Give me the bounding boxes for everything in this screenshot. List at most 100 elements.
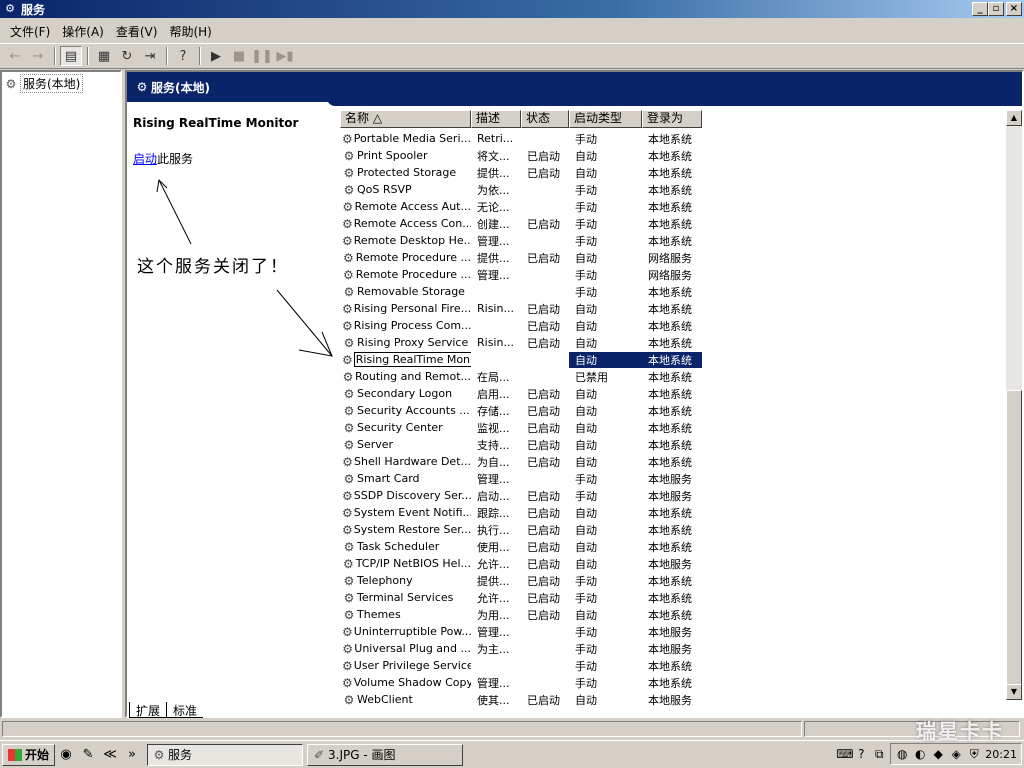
menu-view[interactable]: 查看(V) [110,21,164,42]
cell-description: 允许... [477,557,510,571]
table-row[interactable]: ⚙ Remote Access Aut... 无论... 手动 本地系统 [340,198,702,215]
maximize-button[interactable]: ▫ [988,2,1004,16]
menu-action[interactable]: 操作(A) [56,21,110,42]
start-service-icon[interactable]: ▶ [205,46,227,66]
table-row[interactable]: ⚙ User Privilege Service 手动 本地系统 [340,657,702,674]
table-row[interactable]: ⚙ Rising Proxy Service Risin... 已启动 自动 本地系统 [340,334,702,351]
table-row[interactable]: ⚙ Remote Procedure ... 提供... 已启动 自动 网络服务 [340,249,702,266]
antivirus-icon[interactable]: ◆ [931,747,945,761]
restore-icon[interactable]: ⧉ [872,747,886,761]
table-row[interactable]: ⚙ WebClient 使其... 已启动 自动 本地服务 [340,691,702,708]
back-icon[interactable]: ← [4,46,26,66]
start-button[interactable]: 开始 [2,743,56,766]
cell-startup-type: 自动 [575,455,597,469]
cell-name: ⚙ Uninterruptible Pow... [340,625,471,639]
start-label: 开始 [25,748,50,762]
table-row[interactable]: ⚙ System Event Notifi... 跟踪... 已启动 自动 本地系统 [340,504,702,521]
shield-icon[interactable]: ⛨ [967,747,981,761]
tab-extended[interactable]: 扩展 [129,702,168,718]
table-row[interactable]: ⚙ Remote Desktop He... 管理... 手动 本地系统 [340,232,702,249]
forward-icon[interactable]: → [27,46,49,66]
table-row[interactable]: ⚙ Secondary Logon 启用... 已启动 自动 本地系统 [340,385,702,402]
tree-item-services-local[interactable]: ⚙ 服务(本地) [2,72,120,95]
quicklaunch-app-icon[interactable]: ✎ [77,744,99,766]
table-row[interactable]: ⚙ Remote Procedure ... 管理... 手动 网络服务 [340,266,702,283]
service-name: Removable Storage [357,285,465,298]
table-row[interactable]: ⚙ Security Center 监视... 已启动 自动 本地系统 [340,419,702,436]
export-list-icon[interactable]: ⇥ [139,46,161,66]
properties-icon[interactable]: ▦ [93,46,115,66]
column-startup-type[interactable]: 启动类型 [569,110,642,128]
cell-status: 已启动 [527,489,560,503]
minimize-button[interactable]: _ [972,2,988,16]
tree-item-label: 服务(本地) [20,74,84,93]
table-row[interactable]: ⚙ QoS RSVP 为依... 手动 本地系统 [340,181,702,198]
network-icon[interactable]: ◍ [895,747,909,761]
table-row-selected[interactable]: ⚙Rising RealTime Monitor 自动本地系统 [340,351,702,368]
column-status[interactable]: 状态 [521,110,569,128]
table-row[interactable]: ⚙ Telephony 提供... 已启动 手动 本地系统 [340,572,702,589]
pause-service-icon[interactable]: ❚❚ [251,46,273,66]
cell-startup-type: 手动 [575,285,597,299]
service-gear-icon: ⚙ [343,165,355,180]
table-row[interactable]: ⚙ Rising Process Com... 已启动 自动 本地系统 [340,317,702,334]
help-icon[interactable]: ? [172,46,194,66]
column-log-on-as[interactable]: 登录为 [642,110,702,128]
firewall-icon[interactable]: ◈ [949,747,963,761]
table-row[interactable]: ⚙ Portable Media Seri... Retri... 手动 本地系统 [340,130,702,147]
cell-description: 执行... [477,523,510,537]
vertical-scrollbar[interactable]: ▲ ▼ [1006,110,1022,700]
service-gear-icon: ⚙ [343,590,355,605]
table-row[interactable]: ⚙ Universal Plug and ... 为主... 手动 本地服务 [340,640,702,657]
table-row[interactable]: ⚙ Rising Personal Fire... Risin... 已启动 自动 本地系… [340,300,702,317]
rising-icon[interactable]: ◐ [913,747,927,761]
menu-file[interactable]: 文件(F) [4,21,56,42]
keyboard-icon[interactable]: ⌨ [836,747,853,761]
cell-startup-type: 手动 [575,625,597,639]
cell-description: 提供... [477,574,510,588]
media-player-icon[interactable]: ◉ [55,744,77,766]
column-name[interactable]: 名称 △ [340,110,471,128]
column-description[interactable]: 描述 [471,110,521,128]
table-row[interactable]: ⚙ Shell Hardware Det... 为自... 已启动 自动 本地系统 [340,453,702,470]
menu-help[interactable]: 帮助(H) [163,21,217,42]
cell-log-on-as: 本地系统 [648,149,692,163]
table-row[interactable]: ⚙ Themes 为用... 已启动 自动 本地系统 [340,606,702,623]
close-button[interactable]: × [1006,2,1022,16]
cell-name: ⚙ Shell Hardware Det... [340,455,471,469]
table-row[interactable]: ⚙ Task Scheduler 使用... 已启动 自动 本地系统 [340,538,702,555]
table-row[interactable]: ⚙ TCP/IP NetBIOS Hel... 允许... 已启动 自动 本地服务 [340,555,702,572]
task-button-services[interactable]: ⚙ 服务 [147,743,304,766]
scroll-thumb[interactable] [1006,390,1022,686]
refresh-icon[interactable]: ↻ [116,46,138,66]
table-row[interactable]: ⚙ Terminal Services 允许... 已启动 手动 本地系统 [340,589,702,606]
tab-standard[interactable]: 标准 [167,702,204,718]
table-row[interactable]: ⚙ Removable Storage 手动 本地系统 [340,283,702,300]
table-row[interactable]: ⚙ Remote Access Con... 创建... 已启动 手动 本地系统 [340,215,702,232]
table-row[interactable]: ⚙ Volume Shadow Copy 管理... 手动 本地系统 [340,674,702,691]
table-row[interactable]: ⚙ Server 支持... 已启动 自动 本地系统 [340,436,702,453]
quicklaunch-more-icon[interactable]: » [121,744,143,766]
clock[interactable]: 20:21 [985,748,1017,761]
restart-service-icon[interactable]: ▶▮ [274,46,296,66]
show-tree-icon[interactable]: ▤ [60,46,82,66]
scroll-down-icon[interactable]: ▼ [1006,684,1022,700]
table-row[interactable]: ⚙ Uninterruptible Pow... 管理... 手动 本地服务 [340,623,702,640]
table-row[interactable]: ⚙ Smart Card 管理... 手动 本地服务 [340,470,702,487]
quicklaunch-arrow-icon[interactable]: ≪ [99,744,121,766]
table-row[interactable]: ⚙ Routing and Remot... 在局... 已禁用 本地系统 [340,368,702,385]
service-gear-icon: ⚙ [342,658,353,673]
cell-status: 已启动 [527,523,560,537]
table-row[interactable]: ⚙ Protected Storage 提供... 已启动 自动 本地系统 [340,164,702,181]
table-row[interactable]: ⚙ Print Spooler 将文... 已启动 自动 本地系统 [340,147,702,164]
table-row[interactable]: ⚙ System Restore Ser... 执行... 已启动 自动 本地系统 [340,521,702,538]
table-row[interactable]: ⚙ SSDP Discovery Ser... 启动... 已启动 手动 本地服务 [340,487,702,504]
scroll-up-icon[interactable]: ▲ [1006,110,1022,126]
cell-status: 已启动 [527,404,560,418]
cell-status: 已启动 [527,421,560,435]
task-button-paint[interactable]: ✐ 3.JPG - 画图 [307,743,464,766]
stop-service-icon[interactable]: ■ [228,46,250,66]
cell-log-on-as: 网络服务 [648,251,692,265]
table-row[interactable]: ⚙ Security Accounts ... 存储... 已启动 自动 本地系统 [340,402,702,419]
help-tray-icon[interactable]: ? [854,747,868,761]
